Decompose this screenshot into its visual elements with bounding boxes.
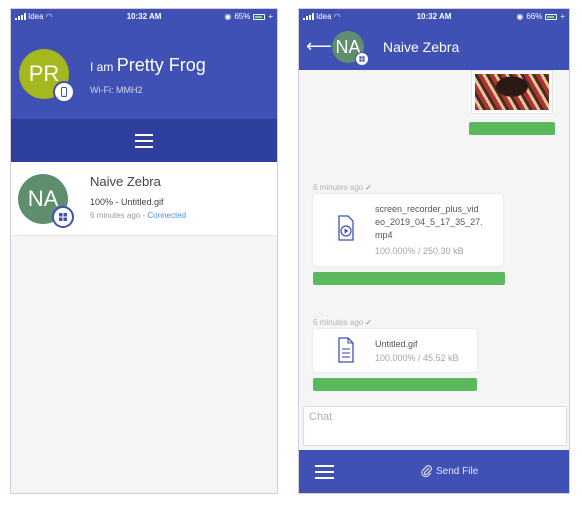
image-thumbnail bbox=[475, 74, 549, 110]
nav-bar bbox=[11, 119, 277, 162]
check-icon: ✓ bbox=[365, 318, 372, 327]
chat-input[interactable]: Chat bbox=[303, 406, 567, 446]
battery-percent: 65% bbox=[234, 12, 251, 21]
windows-icon bbox=[52, 206, 74, 228]
image-message[interactable] bbox=[471, 70, 553, 114]
battery-icon bbox=[545, 13, 558, 20]
peer-name: Naive Zebra bbox=[90, 174, 161, 189]
document-file-icon bbox=[338, 337, 354, 363]
timestamp-text: 6 minutes ago bbox=[313, 318, 364, 327]
transfer-progress-bar bbox=[313, 272, 505, 285]
charging-icon: + bbox=[268, 12, 273, 21]
peer-time-ago: 6 minutes ago bbox=[90, 211, 141, 220]
battery-icon bbox=[253, 13, 266, 20]
file-size: 100.000% / 45.52 kB bbox=[375, 353, 459, 363]
menu-icon[interactable] bbox=[315, 465, 334, 479]
video-file-icon bbox=[338, 215, 354, 241]
file-message[interactable]: Untitled.gif 100.000% / 45.52 kB bbox=[313, 329, 477, 372]
wifi-network: Wi-Fi: MMH2 bbox=[90, 85, 143, 95]
file-name-line: screen_recorder_plus_vid bbox=[375, 204, 479, 214]
battery-percent: 66% bbox=[526, 12, 543, 21]
alarm-icon: ◉ bbox=[224, 12, 232, 21]
windows-icon bbox=[355, 52, 369, 66]
send-file-button[interactable]: Send File bbox=[420, 464, 478, 478]
file-name-line: eo_2019_04_5_17_35_27. bbox=[375, 217, 483, 227]
menu-icon[interactable] bbox=[135, 133, 153, 148]
avatar-initials: NA bbox=[27, 186, 59, 211]
send-file-label: Send File bbox=[436, 465, 479, 477]
profile-title: I am Pretty Frog bbox=[90, 55, 206, 76]
peer-list-item[interactable]: NA Naive Zebra 100% - Untitled.gif 6 min… bbox=[11, 162, 277, 236]
paperclip-icon bbox=[421, 465, 432, 478]
transfer-progress-bar bbox=[469, 122, 555, 135]
file-name: screen_recorder_plus_vid eo_2019_04_5_17… bbox=[375, 203, 483, 242]
chat-avatar[interactable]: NA bbox=[332, 31, 369, 66]
message-timestamp: 6 minutes ago ✓ bbox=[313, 318, 372, 327]
chat-screen: Idea ◠ 10:32 AM ◉ 66% + ⟵ NA Naive Zebra 6 … bbox=[298, 8, 570, 494]
peer-avatar: NA bbox=[18, 174, 74, 228]
status-bar: Idea ◠ 10:32 AM ◉ 65% + bbox=[11, 9, 277, 23]
charging-icon: + bbox=[560, 12, 565, 21]
timestamp-text: 6 minutes ago bbox=[313, 183, 364, 192]
device-list-screen: Idea ◠ 10:32 AM ◉ 65% + PR I am Pretty Frog… bbox=[10, 8, 278, 494]
profile-prefix: I am bbox=[90, 60, 114, 74]
check-icon: ✓ bbox=[365, 183, 372, 192]
alarm-icon: ◉ bbox=[516, 12, 524, 21]
profile-header: Idea ◠ 10:32 AM ◉ 65% + PR I am Pretty Frog… bbox=[11, 9, 277, 119]
profile-name[interactable]: Pretty Frog bbox=[117, 55, 206, 75]
back-arrow-icon[interactable]: ⟵ bbox=[306, 37, 332, 55]
phone-icon bbox=[53, 81, 75, 103]
file-name: Untitled.gif bbox=[375, 338, 418, 351]
message-timestamp: 6 minutes ago ✓ bbox=[313, 183, 372, 192]
file-size: 100.000% / 250.30 kB bbox=[375, 246, 464, 256]
file-message[interactable]: screen_recorder_plus_vid eo_2019_04_5_17… bbox=[313, 194, 503, 266]
connection-status: Connected bbox=[147, 211, 187, 220]
peer-file-status: 100% - Untitled.gif bbox=[90, 197, 164, 207]
status-bar: Idea ◠ 10:32 AM ◉ 66% + bbox=[299, 9, 569, 23]
chat-title: Naive Zebra bbox=[383, 39, 460, 55]
chat-header: Idea ◠ 10:32 AM ◉ 66% + ⟵ NA Naive Zebra bbox=[299, 9, 569, 70]
message-list[interactable]: 6 minutes ago ✓ screen_recorder_plus_vid … bbox=[299, 70, 569, 403]
transfer-progress-bar bbox=[313, 378, 477, 391]
peer-meta: 6 minutes ago - Connected bbox=[90, 211, 186, 220]
file-name-line: Untitled.gif bbox=[375, 339, 418, 349]
avatar-initials: PR bbox=[28, 61, 60, 86]
my-avatar[interactable]: PR bbox=[19, 49, 75, 103]
bottom-toolbar: Send File bbox=[299, 450, 569, 493]
file-name-line: mp4 bbox=[375, 230, 393, 240]
